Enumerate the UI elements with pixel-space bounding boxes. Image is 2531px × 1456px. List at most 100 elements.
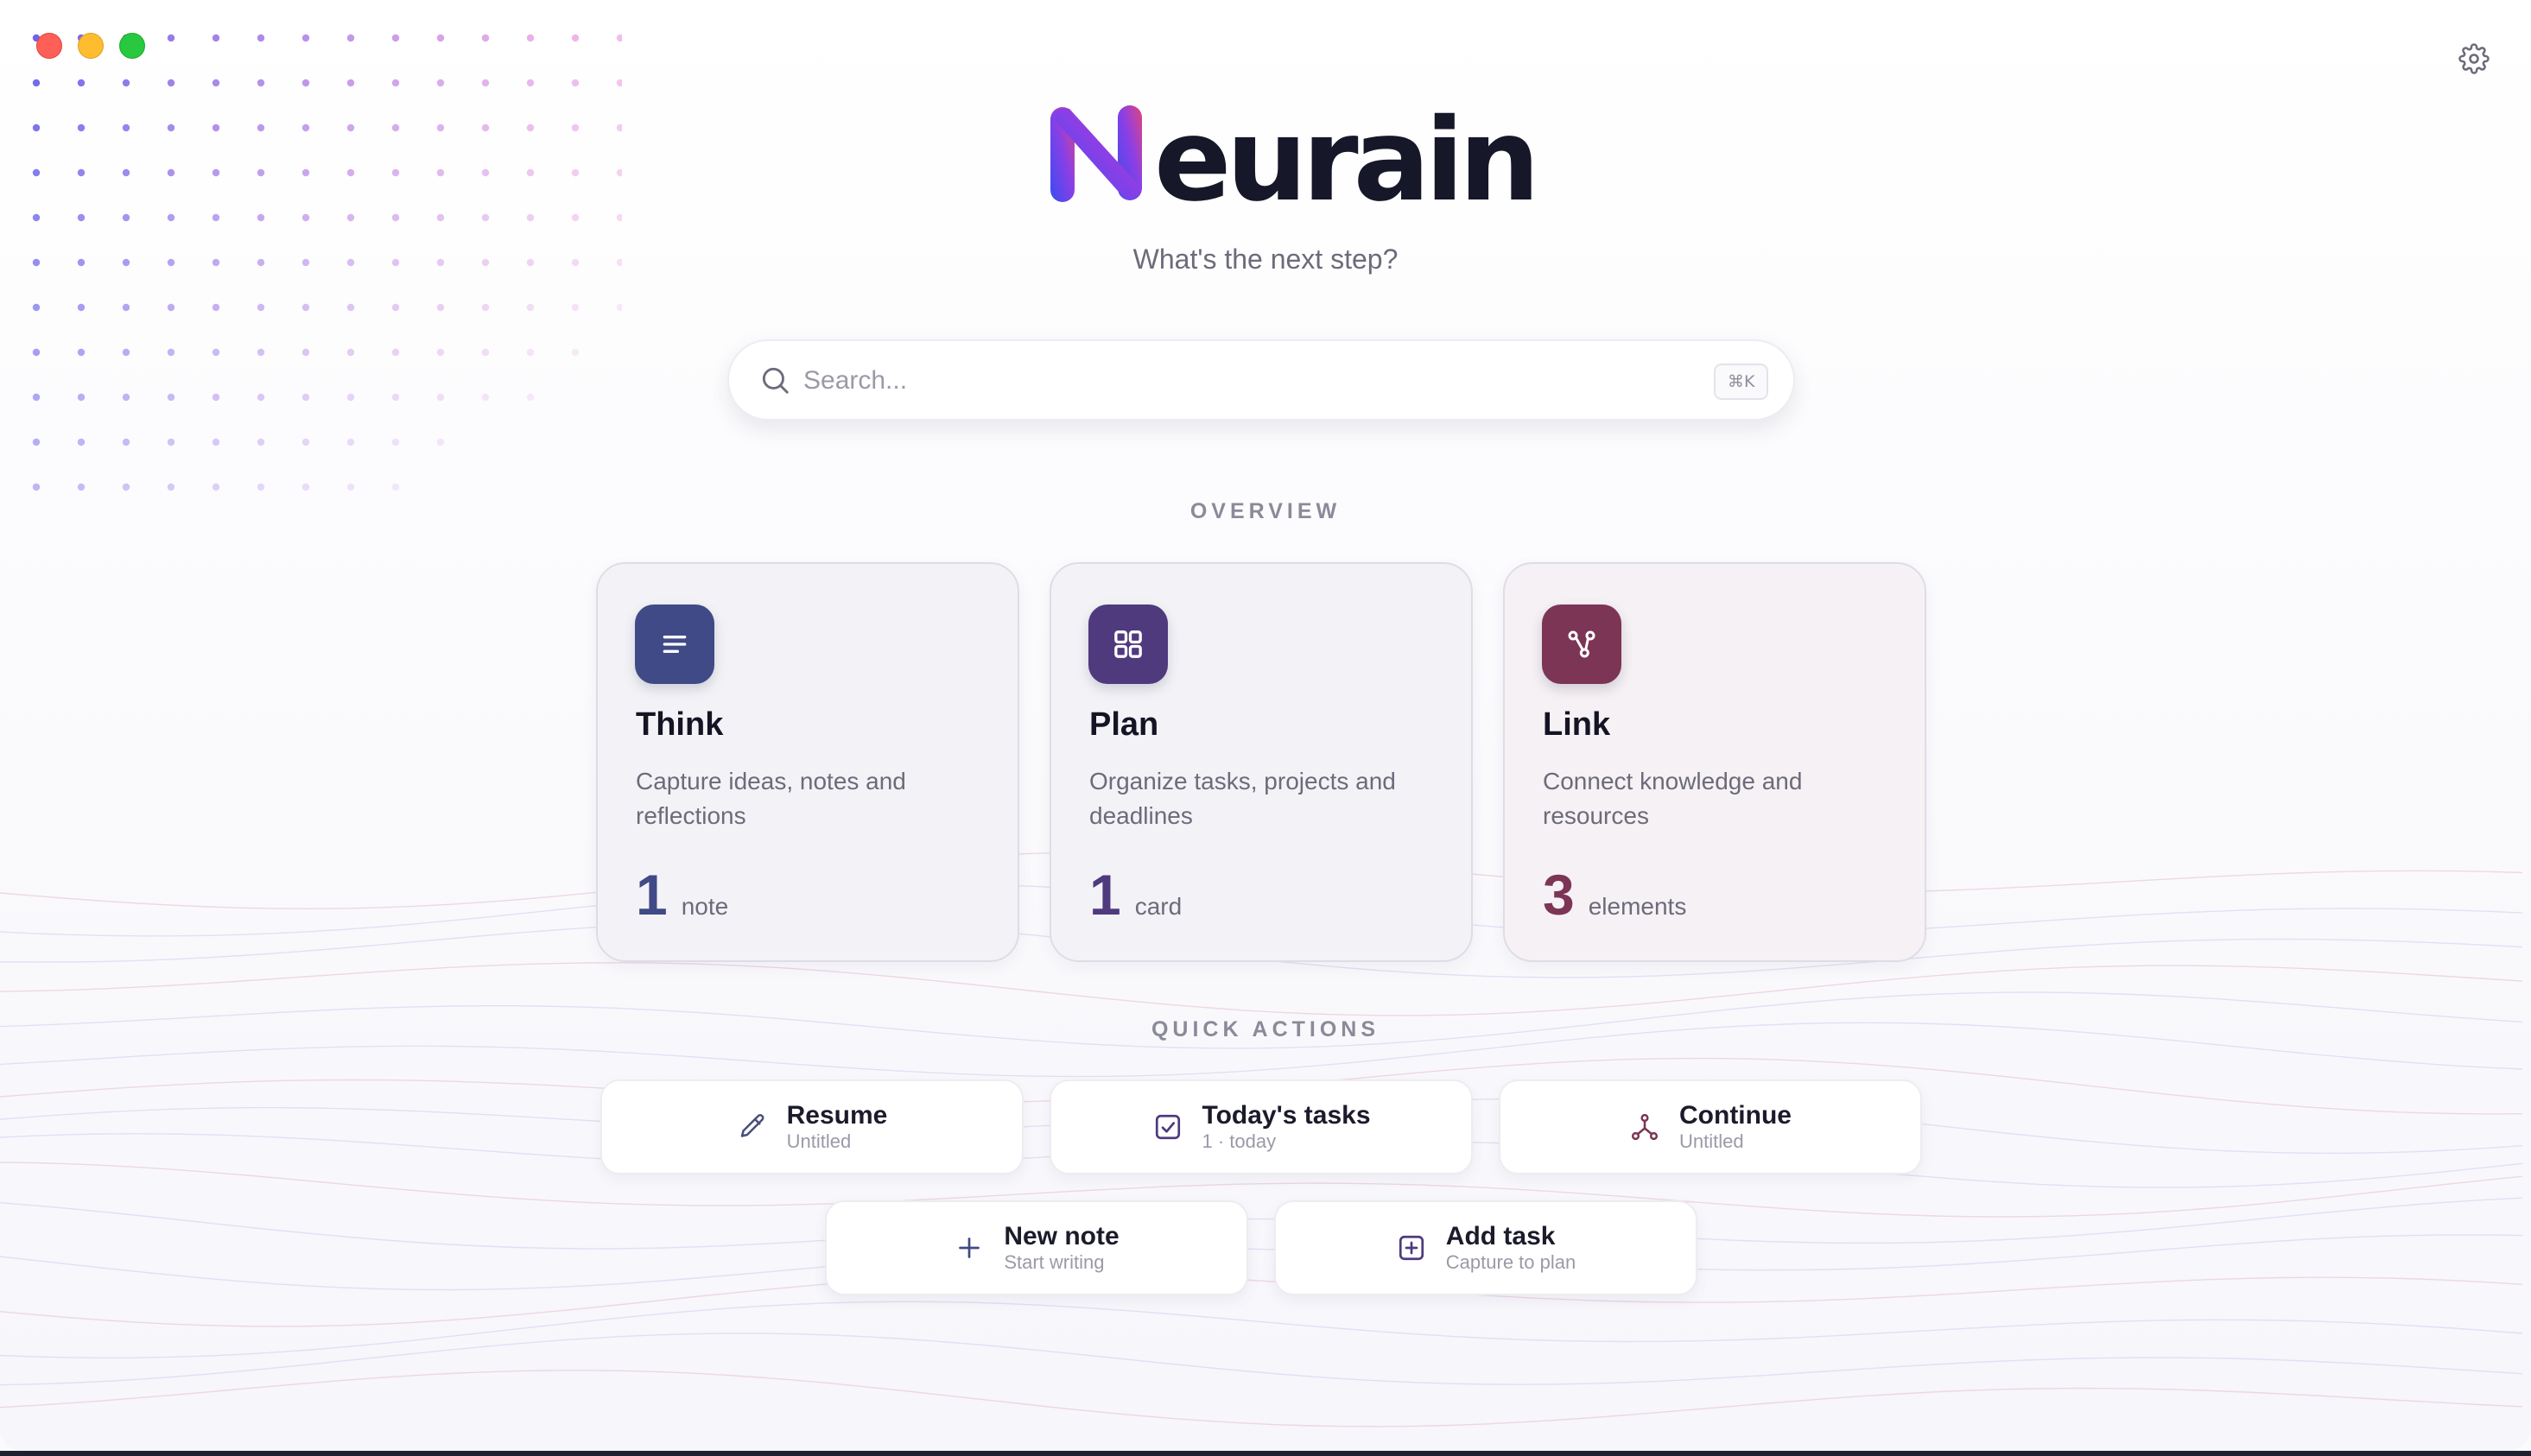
decorative-dot: [167, 393, 175, 402]
search-input[interactable]: [802, 358, 1669, 403]
decorative-dot: [481, 303, 490, 312]
quick-actions-heading: QUICK ACTIONS: [1151, 1017, 1380, 1041]
decorative-dot: [391, 213, 400, 222]
decorative-dot: [167, 438, 175, 446]
decorative-dot: [346, 483, 355, 491]
decorative-dot: [212, 393, 220, 402]
decorative-dot: [257, 303, 265, 312]
decorative-dot: [391, 348, 400, 357]
decorative-dot: [167, 123, 175, 132]
search-shortcut-badge: ⌘K: [1714, 364, 1769, 400]
decorative-dot: [122, 393, 130, 402]
add-task-button[interactable]: Add task Capture to plan: [1274, 1200, 1697, 1295]
decorative-dot: [526, 79, 535, 87]
decorative-dot: [301, 123, 310, 132]
graph-nodes-icon: [1631, 1113, 1659, 1141]
quick-action-label: Today's tasks: [1202, 1101, 1371, 1130]
decorative-dot: [391, 34, 400, 42]
decorative-dot: [32, 483, 41, 491]
decorative-dot: [77, 483, 86, 491]
decorative-dot: [167, 34, 175, 42]
card-count: 3 elements: [1543, 866, 1686, 923]
decorative-dot: [391, 123, 400, 132]
decorative-dot: [436, 79, 445, 87]
window-controls: [36, 33, 145, 59]
count-unit: card: [1134, 893, 1183, 920]
gear-icon: [2458, 43, 2490, 74]
quick-action-subtitle: 1 · today: [1202, 1130, 1277, 1152]
card-description: Organize tasks, projects and deadlines: [1089, 768, 1396, 829]
decorative-dot: [436, 393, 445, 402]
card-title: Think: [636, 706, 724, 743]
plus-square-icon: [1399, 1235, 1424, 1261]
count-number: 3: [1543, 863, 1575, 927]
settings-button[interactable]: [2458, 43, 2490, 74]
decorative-dot: [77, 168, 86, 177]
decorative-dot: [481, 348, 490, 357]
plan-icon-tile: [1088, 605, 1168, 684]
decorative-wave: [0, 1370, 2523, 1428]
decorative-dot: [481, 123, 490, 132]
minimize-window-button[interactable]: [78, 33, 104, 59]
quick-action-label: Resume: [786, 1101, 888, 1130]
decorative-dot: [212, 483, 220, 491]
overview-card-plan[interactable]: Plan Organize tasks, projects and deadli…: [1050, 562, 1473, 962]
new-note-button[interactable]: New note Start writing: [825, 1200, 1248, 1295]
decorative-dot: [571, 213, 580, 222]
decorative-dot: [391, 168, 400, 177]
decorative-dot: [257, 483, 265, 491]
pencil-icon: [740, 1114, 764, 1137]
decorative-dot: [571, 34, 580, 42]
todays-tasks-button[interactable]: Today's tasks 1 · today: [1050, 1079, 1473, 1174]
card-count: 1 card: [1089, 866, 1182, 923]
app-window: eurain What's the next step? ⌘K OVERVIEW…: [0, 0, 2531, 1451]
card-title: Plan: [1089, 706, 1159, 743]
decorative-dot: [32, 438, 41, 446]
link-icon-tile: [1542, 605, 1621, 684]
zoom-window-button[interactable]: [119, 33, 145, 59]
decorative-dot: [77, 303, 86, 312]
decorative-dot: [301, 79, 310, 87]
decorative-dot: [616, 123, 622, 132]
decorative-dot: [301, 393, 310, 402]
card-description: Connect knowledge and resources: [1543, 768, 1803, 829]
decorative-dot: [436, 34, 445, 42]
resume-button[interactable]: Resume Untitled: [600, 1079, 1024, 1174]
overview-card-think[interactable]: Think Capture ideas, notes and reflectio…: [596, 562, 1019, 962]
decorative-dot: [167, 483, 175, 491]
decorative-dot: [616, 303, 622, 312]
overview-heading: OVERVIEW: [1189, 499, 1342, 523]
decorative-dot: [346, 348, 355, 357]
decorative-dot: [257, 348, 265, 357]
quick-action-label: Continue: [1679, 1101, 1792, 1130]
search-bar[interactable]: ⌘K: [727, 339, 1795, 421]
decorative-dot: [526, 34, 535, 42]
overview-card-link[interactable]: Link Connect knowledge and resources 3 e…: [1503, 562, 1926, 962]
decorative-dot: [32, 303, 41, 312]
count-unit: elements: [1588, 893, 1687, 920]
decorative-dot: [571, 123, 580, 132]
decorative-dot: [257, 34, 265, 42]
card-count: 1 note: [636, 866, 728, 923]
close-window-button[interactable]: [36, 33, 62, 59]
decorative-dot: [346, 34, 355, 42]
decorative-dot: [571, 168, 580, 177]
decorative-dot: [481, 213, 490, 222]
continue-button[interactable]: Continue Untitled: [1499, 1079, 1922, 1174]
checkbox-icon: [1155, 1114, 1180, 1140]
decorative-dot: [122, 303, 130, 312]
decorative-dot: [526, 303, 535, 312]
decorative-dot: [122, 213, 130, 222]
decorative-dot: [436, 438, 445, 446]
decorative-dot: [481, 393, 490, 402]
decorative-dot: [481, 34, 490, 42]
document-lines-icon: [663, 636, 687, 653]
decorative-dot: [32, 123, 41, 132]
decorative-dot: [212, 213, 220, 222]
decorative-dot: [167, 168, 175, 177]
decorative-dot: [77, 348, 86, 357]
decorative-dot: [301, 213, 310, 222]
decorative-wave: [0, 1197, 2523, 1250]
decorative-dot: [167, 303, 175, 312]
decorative-dot: [257, 123, 265, 132]
